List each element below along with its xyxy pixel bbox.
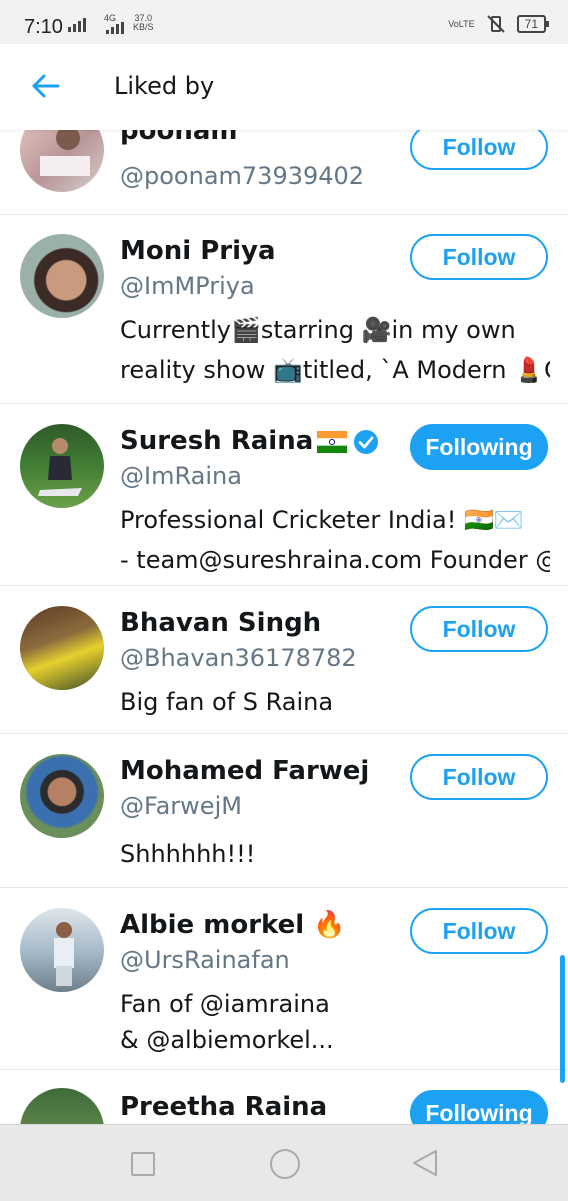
follow-button[interactable]: Follow	[410, 606, 548, 652]
user-name[interactable]: Mohamed Farwej	[120, 756, 369, 786]
liked-by-list[interactable]: poonam @poonam73939402 Follow Moni Priya…	[0, 130, 568, 1124]
status-time: 7:10	[24, 16, 63, 38]
avatar[interactable]	[20, 754, 104, 838]
user-bio-line-1: Fan of @iamraina	[120, 990, 330, 1018]
network-speed: 37.0 KB/S	[133, 14, 154, 32]
user-name-text[interactable]: Suresh Raina	[120, 426, 313, 456]
user-row-poonam[interactable]: poonam @poonam73939402 Follow	[0, 130, 568, 215]
avatar[interactable]	[20, 424, 104, 508]
user-row-suresh-raina[interactable]: Suresh Raina @ImRaina Professional Crick…	[0, 404, 568, 586]
user-bio-line-1: Professional Cricketer India! 🇮🇳✉️	[120, 506, 524, 534]
speed-unit: KB/S	[133, 22, 154, 32]
signal-icon-2	[106, 22, 124, 34]
recent-apps-icon[interactable]	[131, 1152, 155, 1176]
user-row-albie-morkel[interactable]: Albie morkel 🔥 @UrsRainafan Fan of @iamr…	[0, 888, 568, 1070]
follow-button[interactable]: Follow	[410, 130, 548, 170]
user-handle: @FarwejM	[120, 792, 242, 820]
vibrate-icon	[486, 15, 505, 33]
follow-button[interactable]: Follow	[410, 754, 548, 800]
user-bio-line-1: Big fan of S Raina	[120, 688, 334, 716]
user-bio-line-1: Shhhhhh!!!	[120, 840, 256, 868]
follow-button[interactable]: Follow	[410, 908, 548, 954]
avatar[interactable]	[20, 908, 104, 992]
india-flag-icon	[317, 430, 348, 453]
avatar[interactable]	[20, 606, 104, 690]
user-row-bhavan-singh[interactable]: Bhavan Singh @Bhavan36178782 Big fan of …	[0, 586, 568, 734]
battery-icon: 71	[516, 15, 550, 33]
avatar[interactable]	[20, 1088, 104, 1124]
user-bio-line-2: & @albiemorkel...	[120, 1026, 334, 1054]
status-bar: 7:10 4G 37.0 KB/S VoLTE 71	[0, 0, 568, 44]
verified-badge-icon	[354, 429, 379, 454]
user-name[interactable]: Bhavan Singh	[120, 608, 321, 638]
user-bio-line-1: Currently🎬starring 🎥in my own	[120, 316, 516, 344]
page-title: Liked by	[114, 72, 215, 100]
user-handle: @UrsRainafan	[120, 946, 290, 974]
following-button[interactable]: Following	[410, 1090, 548, 1124]
user-handle: @ImRaina	[120, 462, 242, 490]
user-name[interactable]: Suresh Raina	[120, 426, 379, 456]
avatar[interactable]	[20, 234, 104, 318]
home-icon[interactable]	[270, 1149, 300, 1179]
user-bio-line-2: reality show 📺titled, `A Modern 💄CI...	[120, 356, 550, 384]
follow-button[interactable]: Follow	[410, 234, 548, 280]
app-bar: Liked by	[0, 44, 568, 130]
user-row-preetha-raina[interactable]: Preetha Raina Following	[0, 1070, 568, 1124]
user-name[interactable]: Moni Priya	[120, 236, 276, 266]
user-name[interactable]: Preetha Raina	[120, 1092, 327, 1122]
back-arrow-icon[interactable]	[26, 66, 66, 106]
status-right: VoLTE 71	[448, 14, 550, 34]
back-triangle-icon[interactable]	[410, 1147, 440, 1179]
system-nav-bar	[0, 1124, 568, 1201]
user-row-moni-priya[interactable]: Moni Priya @ImMPriya Currently🎬starring …	[0, 214, 568, 404]
following-button[interactable]: Following	[410, 424, 548, 470]
user-handle: @ImMPriya	[120, 272, 255, 300]
signal-icon	[68, 16, 86, 32]
volte-icon: VoLTE	[448, 19, 475, 29]
user-handle: @poonam73939402	[120, 162, 365, 190]
user-row-mohamed-farwej[interactable]: Mohamed Farwej @FarwejM Shhhhhh!!! Follo…	[0, 734, 568, 888]
user-name[interactable]: poonam	[120, 130, 237, 146]
avatar[interactable]	[20, 130, 104, 192]
user-bio-line-2: - team@sureshraina.com Founder @gr...	[120, 546, 550, 574]
user-name[interactable]: Albie morkel 🔥	[120, 910, 346, 940]
scrollbar[interactable]	[560, 955, 565, 1083]
user-handle: @Bhavan36178782	[120, 644, 357, 672]
